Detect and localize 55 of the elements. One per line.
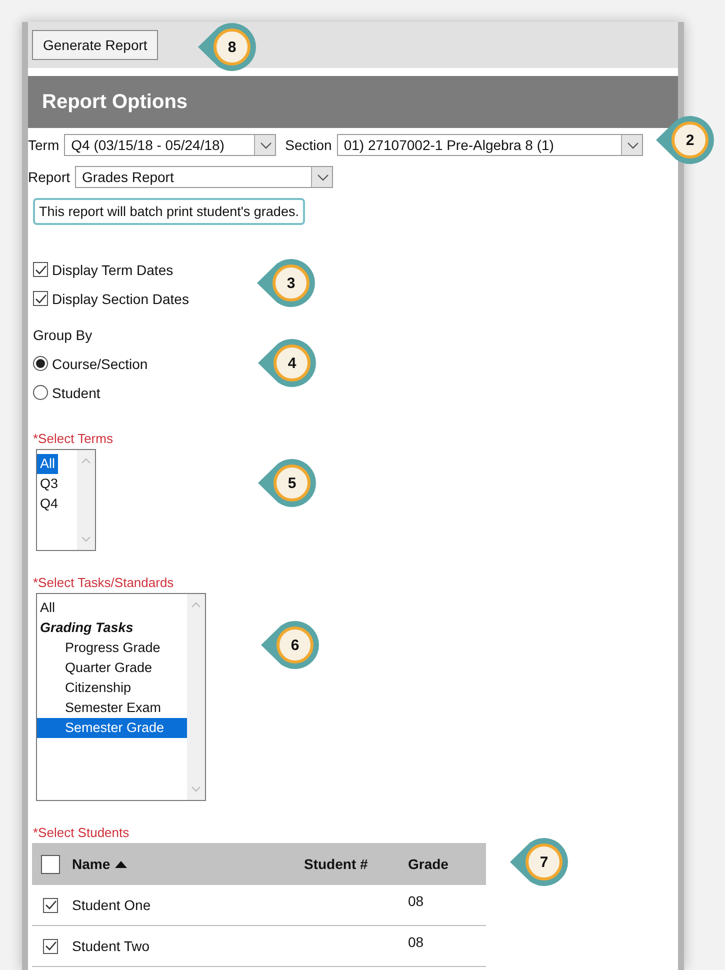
callout-badge: 2 (654, 115, 716, 165)
list-option[interactable]: All (37, 598, 187, 618)
table-cell: Student Two (72, 938, 150, 954)
table-cell: 08 (408, 893, 424, 909)
list-option[interactable]: Progress Grade (37, 638, 187, 658)
terms-listbox[interactable]: All Q3 Q4 (36, 449, 96, 551)
callout-badge: 5 (256, 458, 318, 508)
sort-ascending-icon (115, 859, 128, 869)
radio-button[interactable] (33, 385, 48, 400)
list-option[interactable]: Q3 (37, 474, 77, 494)
callout-badge: 4 (256, 338, 318, 388)
scroll-down-icon (190, 784, 202, 794)
radio-label: Student (52, 384, 100, 400)
header-title: Report Options (42, 90, 188, 114)
table-cell: Student One (72, 897, 151, 913)
checkbox[interactable] (40, 854, 60, 874)
scroll-up-icon (80, 456, 92, 466)
radio-button[interactable] (33, 356, 48, 371)
callout-badge: 7 (508, 837, 570, 887)
info-note: This report will batch print student's grades. (33, 198, 305, 225)
callout-badge: 3 (255, 258, 317, 308)
list-group-heading[interactable]: Grading Tasks (37, 618, 187, 638)
column-heading[interactable]: Grade (408, 856, 448, 872)
callout-badge: 8 (196, 22, 258, 72)
list-option[interactable]: All (37, 454, 58, 474)
generate-report-button[interactable]: Generate Report (32, 30, 158, 60)
dropdown[interactable]: Grades Report (75, 166, 334, 188)
scroll-up-icon (190, 600, 202, 610)
list-option[interactable]: Semester Grade (37, 718, 187, 738)
tasks-listbox[interactable]: All Grading Tasks Progress Grade Quarter Grade Citizenship Semester Exam Semester Grade (36, 593, 206, 801)
list-option[interactable]: Quarter Grade (37, 658, 187, 678)
checkbox[interactable] (42, 898, 58, 912)
callout-badge: 6 (259, 620, 321, 670)
field-label: Term (28, 137, 60, 153)
required-label: *Select Students (33, 825, 130, 840)
radio-label: Course/Section (52, 356, 148, 372)
checkbox[interactable] (42, 938, 58, 954)
dropdown[interactable]: Q4 (03/15/18 - 05/24/18) (64, 134, 276, 156)
column-heading[interactable]: Student # (304, 856, 368, 872)
required-label: *Select Tasks/Standards (33, 575, 175, 590)
list-option[interactable]: Q4 (37, 494, 77, 514)
checkbox-label: Display Term Dates (52, 262, 174, 278)
required-label: *Select Terms (33, 431, 114, 446)
scroll-down-icon (80, 534, 92, 544)
table-cell: 08 (408, 934, 424, 950)
dropdown[interactable]: 01) 27107002-1 Pre-Algebra 8 (1) (336, 134, 643, 156)
checkbox-label: Display Section Dates (52, 290, 189, 306)
list-option[interactable]: Semester Exam (37, 698, 187, 718)
column-heading[interactable]: Name (72, 856, 110, 872)
field-label: Section (285, 137, 332, 153)
checkbox[interactable] (33, 262, 48, 277)
field-label: Report (28, 169, 70, 185)
group-label: Group By (33, 327, 94, 343)
checkbox[interactable] (33, 291, 48, 306)
list-option[interactable]: Citizenship (37, 678, 187, 698)
